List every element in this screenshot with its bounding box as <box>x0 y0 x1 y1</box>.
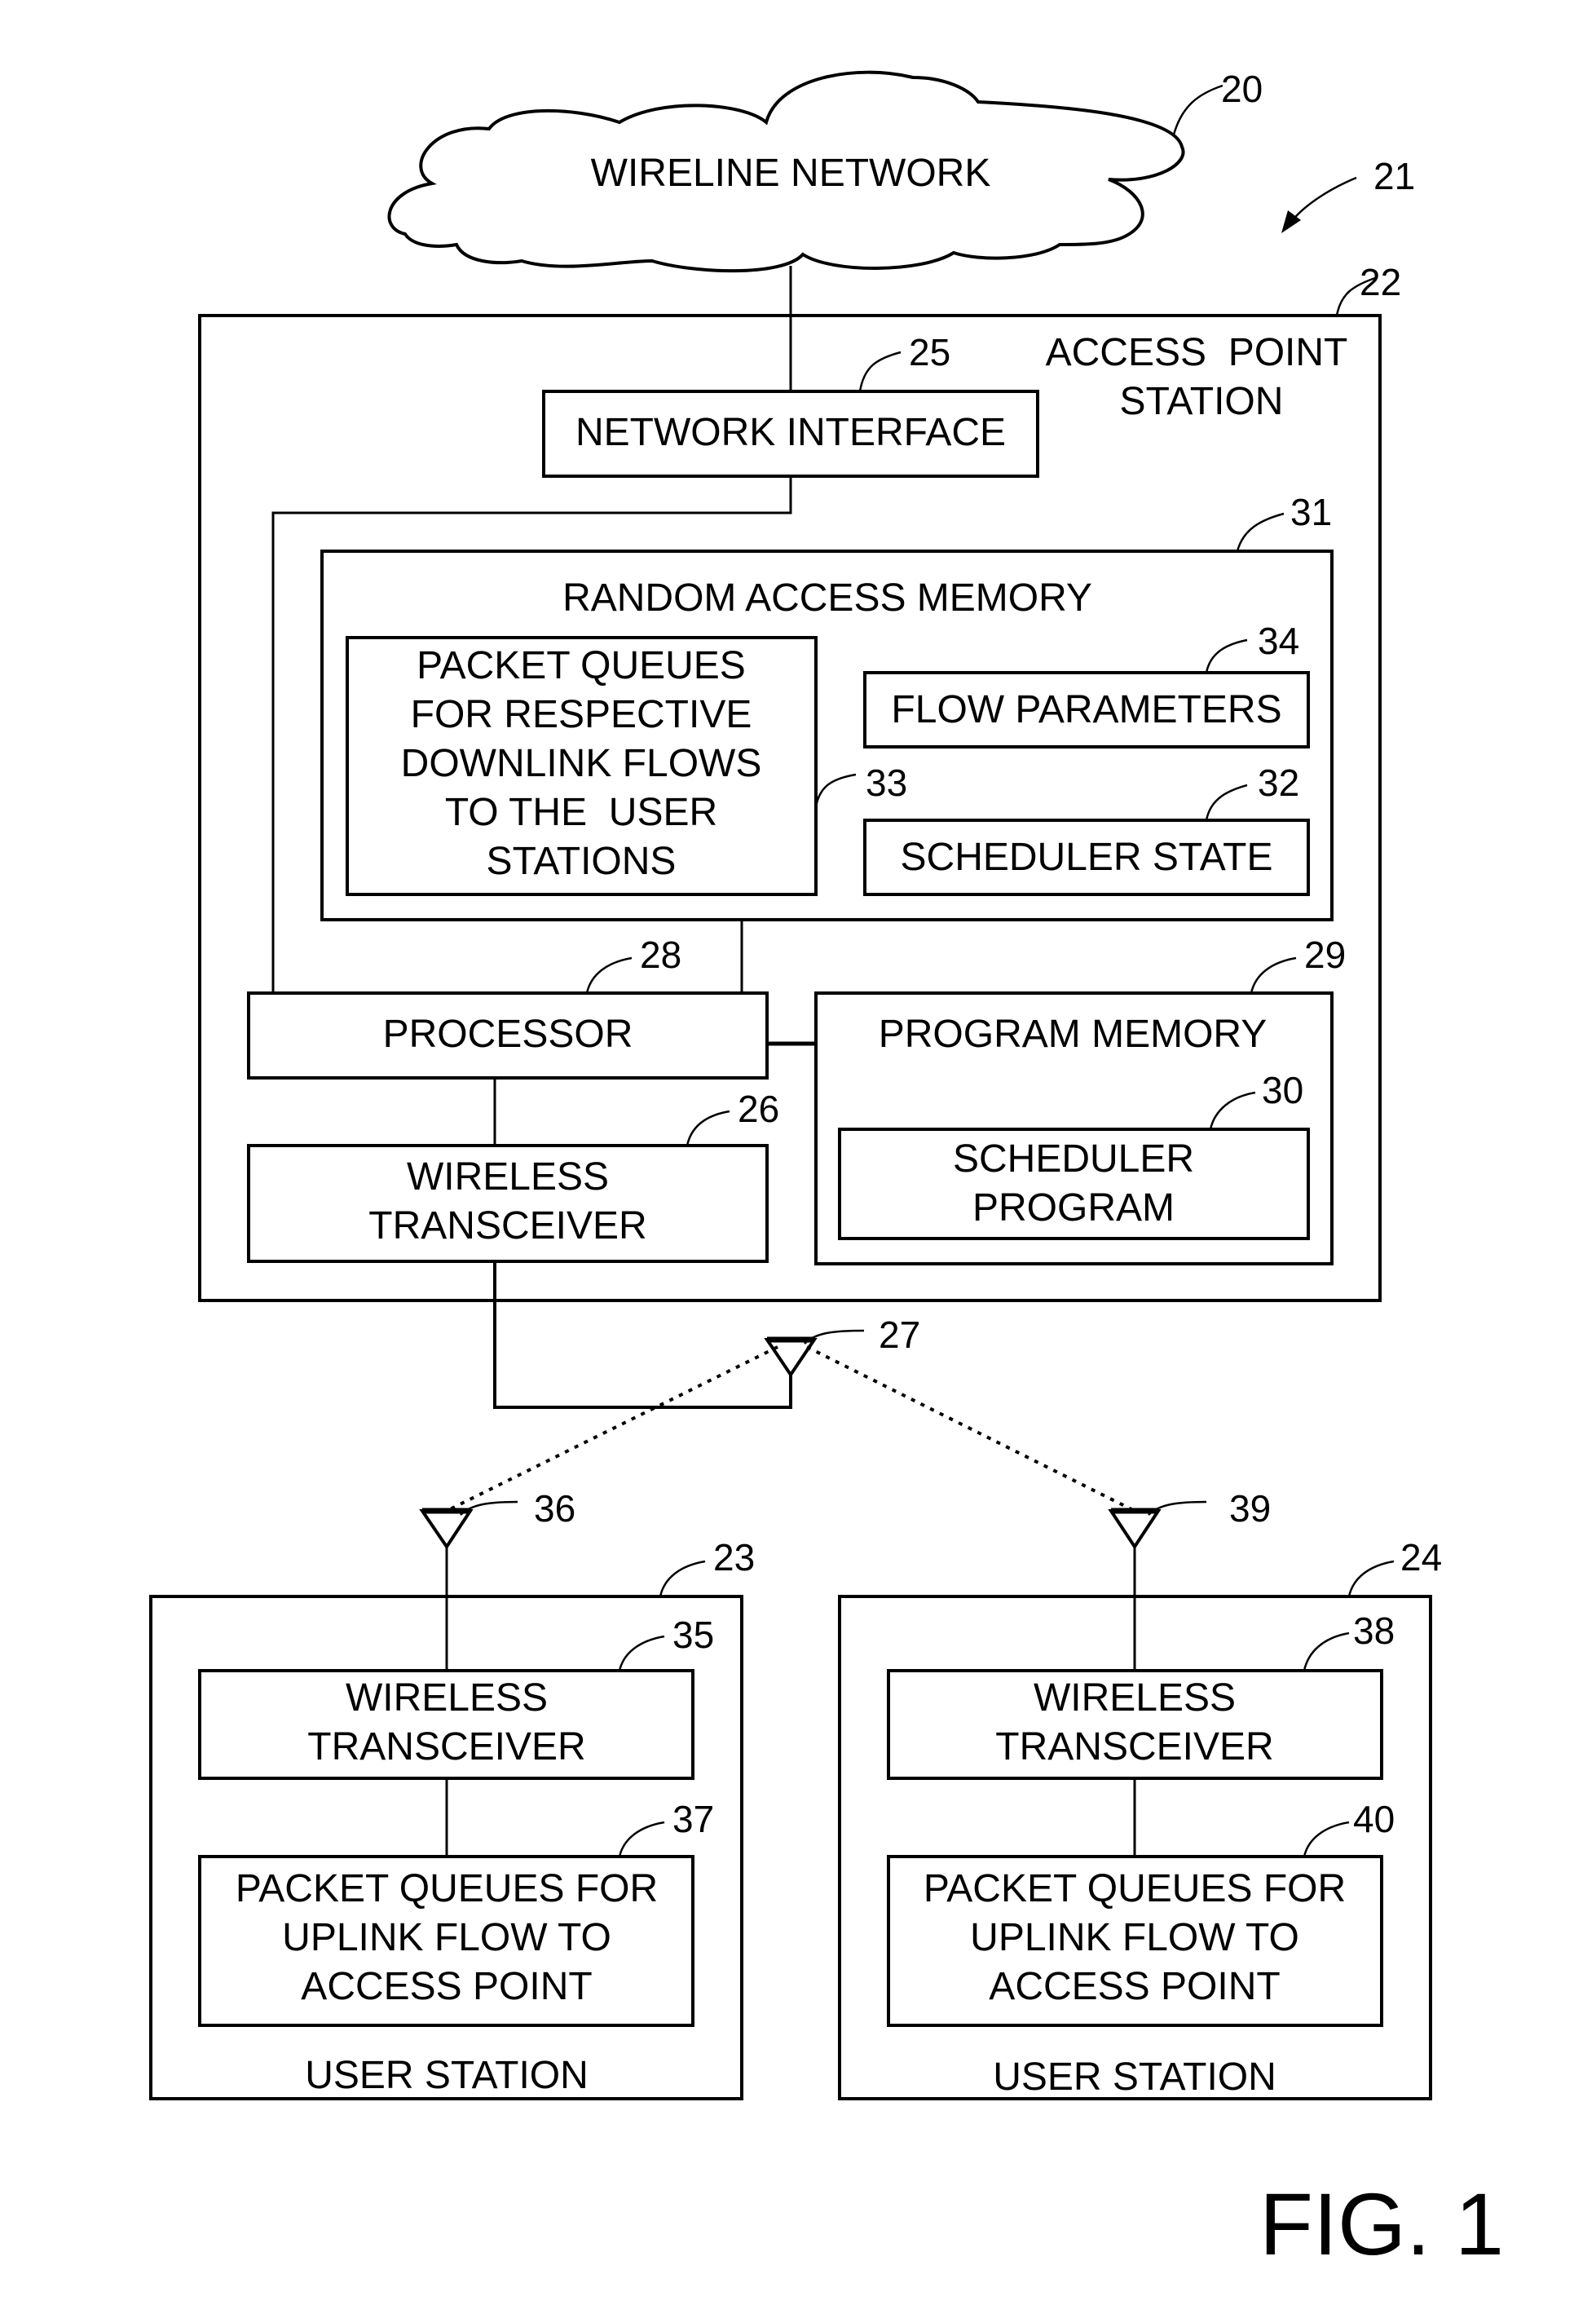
leader-24 <box>1347 1560 1395 1597</box>
access-point-station: 22 ACCESS POINT STATION NETWORK INTERFAC… <box>198 261 1401 1302</box>
downlink-queues-line-3: DOWNLINK FLOWS <box>401 742 762 785</box>
ap-wireless-transceiver: WIRELESS TRANSCEIVER 26 <box>247 1088 779 1263</box>
uplink-queues-40: PACKET QUEUES FOR UPLINK FLOW TO ACCESS … <box>887 1798 1395 2027</box>
leader-26 <box>686 1110 730 1146</box>
ap-transceiver-line-2: TRANSCEIVER <box>368 1204 646 1247</box>
leader-37 <box>618 1821 665 1857</box>
ref-40: 40 <box>1353 1798 1395 1840</box>
user-transceiver-38: WIRELESS TRANSCEIVER 38 <box>887 1610 1395 1780</box>
queues-37-line-3: ACCESS POINT <box>301 1965 592 2008</box>
ref-27: 27 <box>879 1314 920 1356</box>
queues-37-line-1: PACKET QUEUES FOR <box>236 1867 658 1910</box>
ref-21: 21 <box>1373 155 1415 197</box>
leader-40 <box>1303 1821 1350 1857</box>
flow-parameters-label: FLOW PARAMETERS <box>891 688 1281 731</box>
ram-title: RANDOM ACCESS MEMORY <box>562 576 1092 620</box>
wireless-link-to-station-24 <box>806 1345 1135 1512</box>
uplink-queues-37: PACKET QUEUES FOR UPLINK FLOW TO ACCESS … <box>198 1798 714 2027</box>
ref-22: 22 <box>1360 261 1401 303</box>
arrow-21-shaft <box>1290 176 1357 223</box>
user-station-23-label: USER STATION <box>305 2054 589 2097</box>
leader-30 <box>1209 1091 1256 1130</box>
user-station-24-label: USER STATION <box>993 2056 1276 2099</box>
leader-34 <box>1205 638 1248 673</box>
downlink-packet-queues: PACKET QUEUES FOR RESPECTIVE DOWNLINK FL… <box>346 636 907 896</box>
antenna-39-icon <box>1108 1509 1162 1550</box>
downlink-queues-line-1: PACKET QUEUES <box>417 644 746 687</box>
program-memory-title: PROGRAM MEMORY <box>879 1013 1267 1056</box>
ref-20: 20 <box>1221 68 1263 110</box>
ref-26: 26 <box>738 1088 779 1130</box>
queues-40-line-3: ACCESS POINT <box>989 1965 1280 2008</box>
transceiver-38-line-2: TRANSCEIVER <box>995 1725 1273 1768</box>
ref-32: 32 <box>1258 762 1299 804</box>
queues-40-line-1: PACKET QUEUES FOR <box>924 1867 1346 1910</box>
queues-37-line-2: UPLINK FLOW TO <box>282 1916 611 1959</box>
block-diagram: WIRELINE NETWORK 20 21 22 ACCESS POINT S… <box>149 68 1504 2273</box>
ref-31: 31 <box>1290 491 1332 533</box>
wireline-network-cloud: WIRELINE NETWORK 20 <box>387 68 1263 273</box>
ref-38: 38 <box>1353 1610 1395 1652</box>
processor-label: PROCESSOR <box>383 1013 633 1056</box>
access-point-title-line-2: STATION <box>1120 380 1284 423</box>
downlink-queues-line-5: STATIONS <box>487 840 677 883</box>
network-interface-label: NETWORK INTERFACE <box>575 411 1006 454</box>
user-transceiver-35: WIRELESS TRANSCEIVER 35 <box>198 1614 714 1780</box>
link-transceiver-to-antenna <box>493 1261 792 1409</box>
processor: PROCESSOR 28 <box>247 934 769 1080</box>
leader-31 <box>1236 512 1285 552</box>
figure-caption: FIG. 1 <box>1259 2175 1504 2273</box>
ref-36: 36 <box>534 1487 575 1530</box>
transceiver-35-line-1: WIRELESS <box>346 1676 548 1720</box>
leader-35 <box>618 1635 665 1671</box>
program-memory: PROGRAM MEMORY 29 SCHEDULER PROGRAM 30 <box>814 934 1346 1265</box>
scheduler-program-line-2: PROGRAM <box>972 1186 1175 1230</box>
leader-38 <box>1303 1632 1350 1671</box>
ref-28: 28 <box>640 934 681 976</box>
queues-40-line-2: UPLINK FLOW TO <box>970 1916 1299 1959</box>
ref-29: 29 <box>1304 934 1346 976</box>
leader-23 <box>659 1560 706 1597</box>
leader-32 <box>1205 784 1248 821</box>
scheduler-state: SCHEDULER STATE 32 <box>863 762 1310 896</box>
user-station-24: 39 24 WIRELESS TRANSCEIVER 38 PACKET QUE… <box>838 1487 1442 2100</box>
random-access-memory: RANDOM ACCESS MEMORY 31 PACKET QUEUES FO… <box>320 491 1334 921</box>
ref-30: 30 <box>1262 1069 1303 1111</box>
ref-33: 33 <box>866 762 907 804</box>
user-antenna-39: 39 <box>1108 1487 1271 1550</box>
leader-29 <box>1250 956 1297 994</box>
ref-37: 37 <box>672 1798 714 1840</box>
ref-34: 34 <box>1258 620 1299 662</box>
transceiver-38-line-1: WIRELESS <box>1034 1676 1236 1720</box>
antenna-27-icon <box>764 1338 818 1378</box>
user-station-23: 36 23 WIRELESS TRANSCEIVER 35 PACKET QUE… <box>149 1487 755 2100</box>
access-point-box <box>198 314 1382 1302</box>
transceiver-35-line-2: TRANSCEIVER <box>307 1725 585 1768</box>
flow-parameters: FLOW PARAMETERS 34 <box>863 620 1310 748</box>
leader-25 <box>858 351 902 392</box>
scheduler-state-label: SCHEDULER STATE <box>901 836 1273 879</box>
ref-23: 23 <box>713 1536 755 1579</box>
leader-28 <box>585 956 633 994</box>
ref-39: 39 <box>1229 1487 1271 1530</box>
downlink-queues-line-2: FOR RESPECTIVE <box>411 693 752 736</box>
leader-33 <box>814 773 857 808</box>
cloud-label: WIRELINE NETWORK <box>591 152 991 195</box>
ap-transceiver-line-1: WIRELESS <box>407 1155 609 1199</box>
access-point-title-line-1: ACCESS POINT <box>1046 331 1348 374</box>
user-antenna-36: 36 <box>419 1487 575 1550</box>
system-reference: 21 <box>1281 155 1415 233</box>
scheduler-program-line-1: SCHEDULER <box>953 1137 1194 1181</box>
downlink-queues-line-4: TO THE USER <box>445 791 717 834</box>
scheduler-program: SCHEDULER PROGRAM 30 <box>838 1069 1310 1240</box>
ref-35: 35 <box>672 1614 714 1656</box>
leader-20 <box>1172 84 1223 135</box>
ref-24: 24 <box>1400 1536 1442 1579</box>
ref-25: 25 <box>909 331 950 373</box>
ap-antenna: 27 <box>764 1314 920 1378</box>
antenna-36-icon <box>419 1509 474 1550</box>
